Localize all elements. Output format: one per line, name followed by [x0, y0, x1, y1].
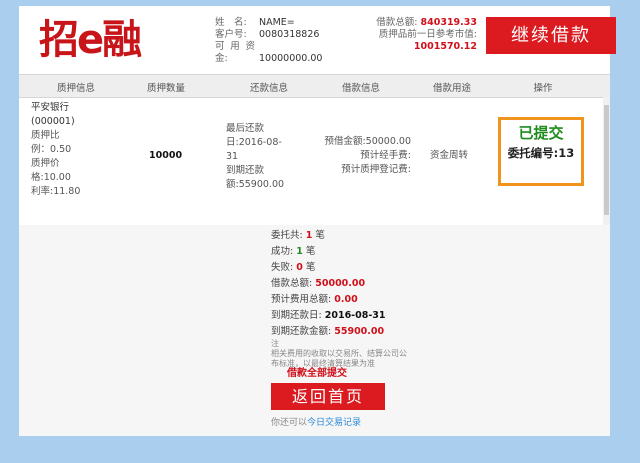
collateral-value: 1001570.12 [413, 41, 477, 52]
pledge-line: (000001) [31, 116, 75, 127]
loan-info: 预借金额:50000.00 预计经手费: 预计质押登记费: [319, 135, 411, 177]
continue-loan-button[interactable]: 继续借款 [486, 17, 616, 54]
scrollbar[interactable] [603, 97, 610, 225]
due-amount-label: 到期还款金额: [271, 326, 332, 337]
back-home-button[interactable]: 返回首页 [271, 383, 385, 410]
footer-text: 你还可以 [271, 418, 308, 428]
scrollbar-thumb[interactable] [604, 105, 609, 215]
summary-list: 委托共: 1 笔 成功: 1 笔 失败: 0 笔 借款总额: 50000.00 … [271, 228, 386, 340]
repay-line: 最后还款 [226, 123, 265, 134]
all-submitted-text: 借款全部提交 [287, 368, 347, 379]
funds-value: 10000000.00 [259, 53, 323, 64]
unit-label: 笔 [305, 262, 316, 273]
col-quantity: 质押数量 [146, 83, 186, 94]
submitted-status: 已提交 [518, 124, 564, 142]
table-row: 平安银行 (000001) 质押比 例：0.50 质押价 格:10.00 利率:… [19, 97, 610, 225]
loan-total-value: 840319.33 [420, 17, 478, 28]
fee-value: 0.00 [334, 294, 358, 305]
main-panel: 招e融 姓 名: NAME= 客户号: 0080318826 可用资金: 100000… [19, 6, 616, 436]
note-label: 注 [271, 339, 279, 348]
table-header: 质押信息 质押数量 还款信息 借款信息 借款用途 操作 [19, 74, 610, 98]
sum-loan-label: 借款总额: [271, 278, 313, 289]
col-pledge: 质押信息 [56, 83, 96, 94]
loan-total-label: 借款总额: [376, 17, 418, 28]
repay-line: 额:55900.00 [226, 179, 285, 190]
purpose-value: 资金周转 [430, 150, 469, 161]
funds-label: 可用资金: [215, 41, 255, 64]
fail-value: 0 [296, 262, 303, 273]
pledge-line: 质押价 [31, 158, 60, 169]
pledge-line: 例：0.50 [31, 144, 72, 155]
success-value: 1 [296, 246, 303, 257]
trade-records-link[interactable]: 今日交易记录 [307, 418, 361, 428]
customer-label: 客户号: [215, 29, 247, 40]
total-value: 1 [305, 230, 313, 241]
unit-label: 笔 [305, 246, 316, 257]
due-date-value: 2016-08-31 [324, 310, 386, 321]
loan-line: 预计经手费: [360, 150, 411, 161]
repay-line: 到期还款 [226, 165, 265, 176]
collateral-label: 质押品前一日参考市值: [378, 29, 477, 40]
col-loan: 借款信息 [341, 83, 381, 94]
quantity-value: 10000 [149, 150, 183, 161]
success-label: 成功: [271, 246, 294, 257]
col-repay: 还款信息 [249, 83, 289, 94]
sum-loan-value: 50000.00 [315, 278, 366, 289]
order-number: 委托编号:13 [507, 146, 575, 160]
brand-logo: 招e融 [39, 17, 142, 63]
due-amount-value: 55900.00 [334, 326, 385, 337]
repay-info: 最后还款 日:2016-08- 31 到期还款 额:55900.00 [226, 122, 284, 192]
pledge-line: 利率:11.80 [31, 186, 81, 197]
loan-line: 预借金额:50000.00 [324, 136, 411, 147]
due-date-label: 到期还款日: [271, 310, 322, 321]
pledge-line: 质押比 [31, 130, 60, 141]
fail-label: 失败: [271, 262, 294, 273]
unit-label: 笔 [315, 230, 325, 241]
customer-value: 0080318826 [259, 29, 320, 40]
loan-line: 预计质押登记费: [341, 164, 411, 175]
pledge-line: 格:10.00 [31, 172, 71, 183]
name-value: NAME= [259, 17, 295, 28]
pledge-line: 平安银行 [31, 102, 70, 113]
footer-line: 你还可以今日交易记录 [271, 418, 361, 428]
name-label: 姓 名: [215, 17, 247, 28]
order-status-box: 已提交 委托编号:13 [498, 117, 584, 186]
total-label: 委托共: [271, 230, 303, 241]
col-action: 操作 [533, 83, 553, 94]
repay-line: 日:2016-08- [226, 137, 282, 148]
account-info: 姓 名: NAME= 客户号: 0080318826 可用资金: 10000000.0… [215, 17, 322, 65]
pledge-info: 平安银行 (000001) 质押比 例：0.50 质押价 格:10.00 利率:… [31, 101, 80, 199]
col-purpose: 借款用途 [432, 83, 472, 94]
repay-line: 31 [226, 151, 239, 162]
fee-label: 预计费用总额: [271, 294, 332, 305]
loan-summary: 借款总额: 840319.33 质押品前一日参考市值: 1001570.12 [337, 17, 477, 53]
note-line: 相关费用的收取以交易所、结算公司公 [271, 349, 407, 358]
